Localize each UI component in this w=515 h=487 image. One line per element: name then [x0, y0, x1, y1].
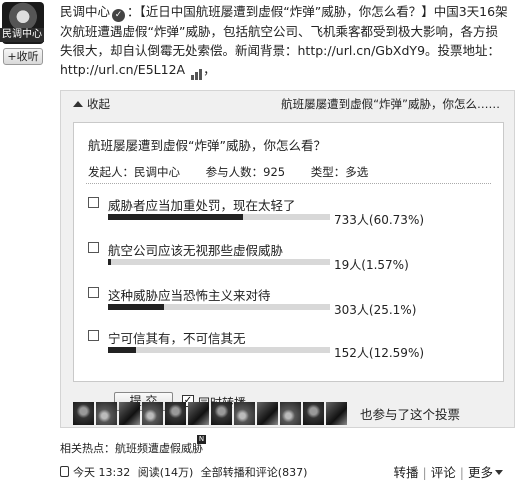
tablet-icon — [60, 466, 69, 477]
avatar-label: 民调中心 — [0, 28, 44, 42]
voter-avatar[interactable] — [96, 402, 117, 425]
option-count: 152人(12.59%) — [334, 346, 425, 360]
option-label[interactable]: 威胁者应当加重处罚，现在太轻了 — [108, 195, 296, 214]
option-progress-fill — [108, 214, 243, 220]
divider — [86, 183, 491, 184]
more-link[interactable]: 更多 — [468, 465, 503, 480]
option-count: 19人(1.57%) — [334, 258, 409, 272]
option-progress-track — [108, 347, 330, 353]
option-count: 733人(60.73%) — [334, 213, 425, 227]
all-reposts-link[interactable]: 全部转播和评论(837) — [201, 466, 308, 479]
option-progress-fill — [108, 347, 136, 353]
option-count: 303人(25.1%) — [334, 303, 417, 317]
voter-avatar[interactable] — [142, 402, 163, 425]
voter-avatars — [73, 402, 363, 425]
option-checkbox[interactable] — [88, 330, 99, 341]
option-progress-fill — [108, 304, 164, 310]
option-checkbox[interactable] — [88, 242, 99, 253]
voter-avatar[interactable] — [188, 402, 209, 425]
footer-actions: 转播 | 评论 | 更多 — [394, 463, 503, 483]
poll-panel: 航班屡屡遭到虚假“炸弹”威胁，你怎么看？ 发起人：民调中心 参与人数：925 类… — [73, 122, 504, 411]
poll-chart-icon — [191, 61, 203, 80]
option-label[interactable]: 宁可信其有，不可信其无 — [108, 328, 246, 347]
post-tail: ， — [203, 62, 216, 77]
poll-participants: 参与人数：925 — [205, 165, 286, 179]
option-progress-track — [108, 259, 330, 265]
collapse-arrow-icon — [73, 101, 83, 107]
post-body: 民调中心 ✓ ：【近日中国航班屡遭到虚假“炸弹”威胁，你怎么看？】中国3天16架次航… — [60, 2, 510, 80]
voters-note: 也参与了这个投票 — [360, 407, 461, 422]
verified-icon: ✓ — [112, 9, 126, 22]
hot-topic-link[interactable]: 相关热点：航班频遭虚假威胁 — [60, 440, 203, 456]
option-progress-fill — [108, 259, 112, 265]
poll-option: 这种威胁应当恐怖主义来对待 303人(25.1%) — [88, 285, 498, 329]
option-progress-track — [108, 214, 330, 220]
option-label[interactable]: 航空公司应该无视那些虚假威胁 — [108, 240, 283, 259]
follow-button[interactable]: +收听 — [3, 48, 43, 65]
collapse-label: 收起 — [87, 97, 110, 111]
separator: | — [459, 465, 464, 480]
collapse-button[interactable]: 收起 — [73, 91, 110, 117]
voter-avatar[interactable] — [119, 402, 140, 425]
voter-avatar[interactable] — [234, 402, 255, 425]
option-label[interactable]: 这种威胁应当恐怖主义来对待 — [108, 285, 271, 304]
voter-avatar[interactable] — [165, 402, 186, 425]
chevron-down-icon — [495, 470, 503, 475]
poll-type: 类型：多选 — [310, 165, 369, 179]
comment-link[interactable]: 评论 — [431, 465, 456, 480]
voter-avatar[interactable] — [303, 402, 324, 425]
option-checkbox[interactable] — [88, 287, 99, 298]
voter-avatar[interactable] — [257, 402, 278, 425]
card-header-title[interactable]: 航班屡屡遭到虚假“炸弹”威胁，你怎么…… — [281, 91, 500, 117]
poll-meta: 发起人：民调中心 参与人数：925 类型：多选 — [88, 164, 390, 180]
post-footer: 今天 13:32 阅读(14万) 全部转播和评论(837) 转播 | 评论 | 更多 — [60, 463, 515, 483]
repost-link[interactable]: 转播 — [394, 465, 419, 480]
post-time[interactable]: 今天 13:32 — [73, 466, 130, 479]
new-badge: N — [197, 435, 206, 444]
poll-card: 收起 航班屡屡遭到虚假“炸弹”威胁，你怎么…… 航班屡屡遭到虚假“炸弹”威胁，你… — [60, 90, 515, 428]
read-count: 阅读(14万) — [137, 466, 194, 479]
voter-avatar[interactable] — [280, 402, 301, 425]
card-header: 收起 航班屡屡遭到虚假“炸弹”威胁，你怎么…… — [61, 91, 514, 117]
poll-option: 宁可信其有，不可信其无 152人(12.59%) — [88, 328, 498, 372]
post-text: ：【近日中国航班屡遭到虚假“炸弹”威胁，你怎么看？】中国3天16架次航班遭遇虚假… — [60, 4, 508, 77]
poll-title: 航班屡屡遭到虚假“炸弹”威胁，你怎么看？ — [88, 138, 326, 153]
option-checkbox[interactable] — [88, 197, 99, 208]
poll-option: 威胁者应当加重处罚，现在太轻了 733人(60.73%) — [88, 195, 498, 239]
voter-avatar[interactable] — [211, 402, 232, 425]
author-name[interactable]: 民调中心 — [60, 4, 110, 19]
voter-avatar[interactable] — [73, 402, 94, 425]
voter-avatar[interactable] — [326, 402, 347, 425]
poll-initiator: 发起人：民调中心 — [88, 165, 180, 179]
option-progress-track — [108, 304, 330, 310]
poll-option: 航空公司应该无视那些虚假威胁 19人(1.57%) — [88, 240, 498, 284]
more-label: 更多 — [467, 465, 493, 480]
separator: | — [422, 465, 427, 480]
